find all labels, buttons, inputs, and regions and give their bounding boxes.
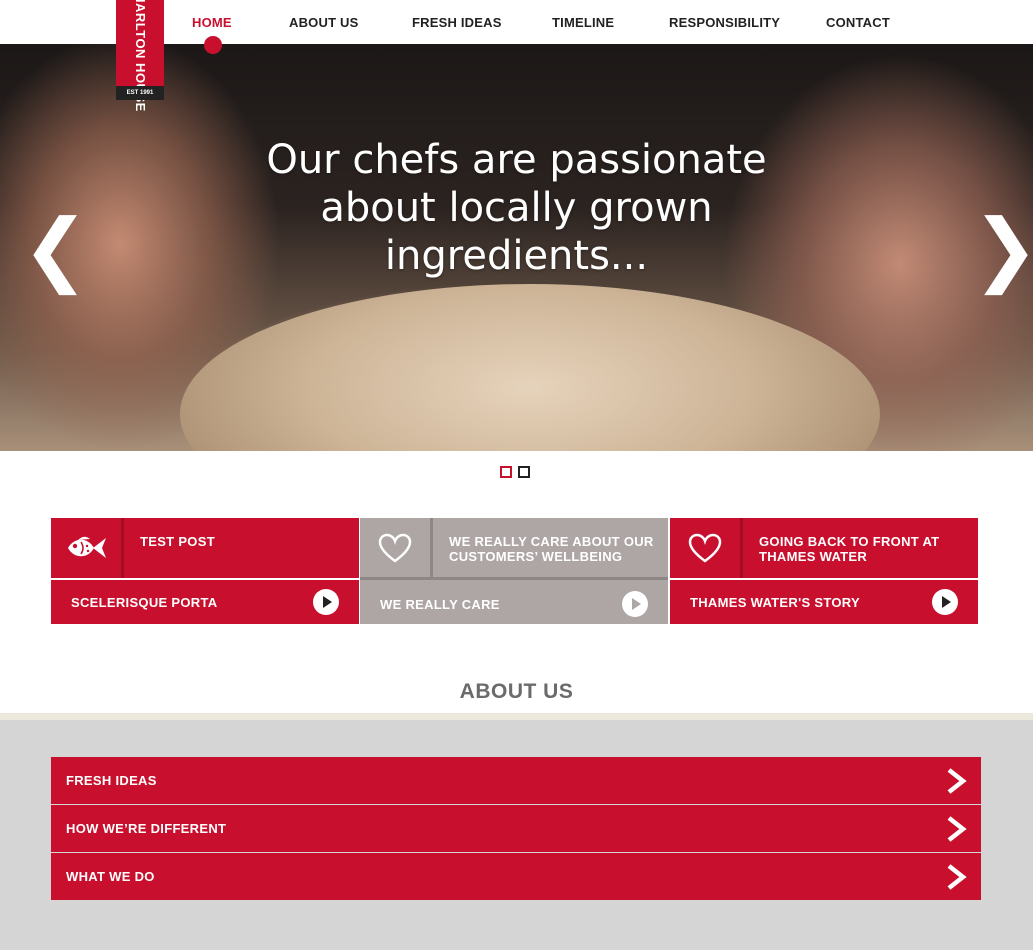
slider-dot-1[interactable]: [500, 466, 512, 478]
heart-icon: [360, 518, 430, 578]
charlton-house-logo[interactable]: CHARLTON HOUSE EST 1991: [116, 0, 164, 111]
chevron-right-icon: [947, 816, 967, 842]
about-us-heading: ABOUT US: [459, 680, 574, 703]
nav-item-about-us[interactable]: ABOUT US: [289, 15, 359, 30]
chevron-right-icon: [947, 768, 967, 794]
nav-item-contact[interactable]: CONTACT: [826, 15, 890, 30]
nav-item-home[interactable]: HOME: [192, 15, 232, 30]
page: HOME ABOUT US FRESH IDEAS TIMELINE RESPO…: [0, 0, 1033, 950]
slider-dot-2[interactable]: [518, 466, 530, 478]
slider-next-arrow-icon[interactable]: ❯: [972, 209, 1033, 289]
hero-headline: Our chefs are passionate about locally g…: [266, 137, 767, 279]
card-link-label[interactable]: SCELERISQUE PORTA: [71, 595, 217, 610]
hero-image-dough: [180, 284, 880, 451]
play-icon[interactable]: [313, 589, 339, 615]
fish-icon: [51, 518, 121, 578]
accordion-label: WHAT WE DO: [66, 869, 155, 884]
accordion-item-fresh-ideas[interactable]: FRESH IDEAS: [51, 757, 981, 804]
card-link-label[interactable]: THAMES WATER'S STORY: [690, 595, 860, 610]
slider-prev-arrow-icon[interactable]: ❮: [22, 209, 89, 289]
chevron-right-icon: [947, 864, 967, 890]
accordion-item-what-we-do[interactable]: WHAT WE DO: [51, 853, 981, 900]
feature-card-thames-water: GOING BACK TO FRONT AT THAMES WATER THAM…: [670, 518, 978, 624]
play-icon[interactable]: [932, 589, 958, 615]
hero-slider: Our chefs are passionate about locally g…: [0, 44, 1033, 451]
card-title[interactable]: WE REALLY CARE ABOUT OUR CUSTOMERS’ WELL…: [449, 534, 664, 564]
card-link-bar[interactable]: SCELERISQUE PORTA: [51, 580, 359, 624]
logo-established: EST 1991: [116, 86, 164, 100]
feature-card-test-post: TEST POST SCELERISQUE PORTA: [51, 518, 359, 624]
accordion-item-how-were-different[interactable]: HOW WE’RE DIFFERENT: [51, 805, 981, 852]
heart-icon: [670, 518, 740, 578]
accordion-label: HOW WE’RE DIFFERENT: [66, 821, 227, 836]
card-link-label[interactable]: WE REALLY CARE: [380, 597, 500, 612]
nav-item-responsibility[interactable]: RESPONSIBILITY: [669, 15, 780, 30]
play-icon[interactable]: [622, 591, 648, 617]
card-link-bar[interactable]: WE REALLY CARE: [360, 577, 668, 624]
card-title[interactable]: TEST POST: [140, 534, 355, 549]
nav-item-fresh-ideas[interactable]: FRESH IDEAS: [412, 15, 502, 30]
card-title[interactable]: GOING BACK TO FRONT AT THAMES WATER: [759, 534, 974, 564]
card-link-bar[interactable]: THAMES WATER'S STORY: [670, 580, 978, 624]
slider-pagination: [500, 466, 540, 478]
nav-item-timeline[interactable]: TIMELINE: [552, 15, 614, 30]
feature-card-we-really-care: WE REALLY CARE ABOUT OUR CUSTOMERS’ WELL…: [360, 518, 668, 624]
active-nav-indicator: [204, 36, 222, 54]
accordion-label: FRESH IDEAS: [66, 773, 157, 788]
